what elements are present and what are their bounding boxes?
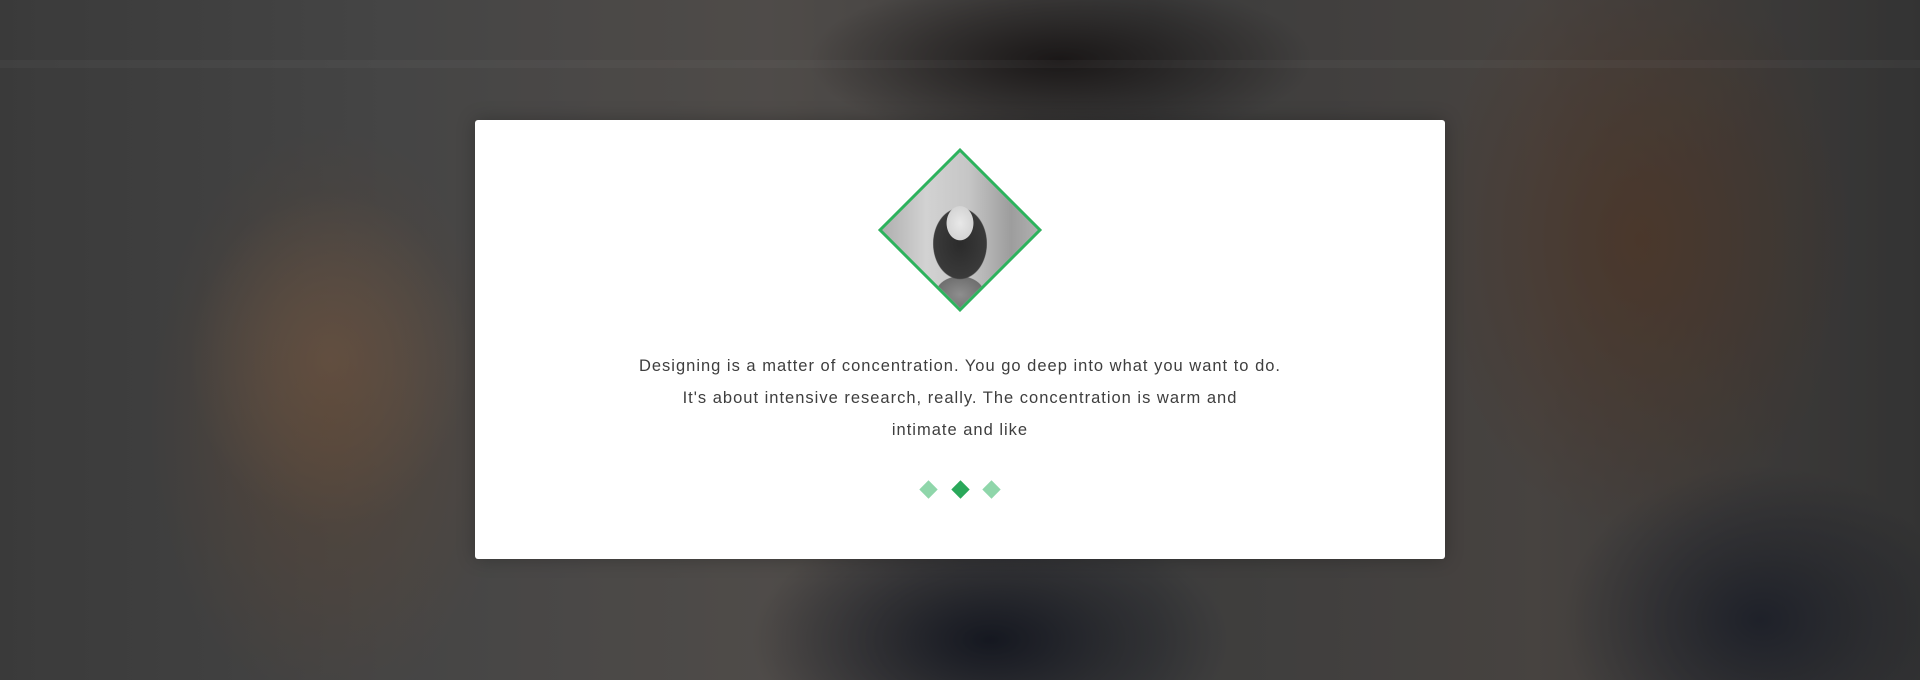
- quote-line: It's about intensive research, really. T…: [682, 389, 1238, 407]
- pagination-dot-2[interactable]: [950, 479, 970, 499]
- testimonial-avatar: [877, 147, 1043, 313]
- portrait-avatar-icon: [877, 147, 1043, 313]
- carousel-pagination: [918, 479, 1002, 499]
- quote-line: Designing is a matter of concentration. …: [638, 357, 1282, 375]
- testimonial-card: Designing is a matter of concentration. …: [475, 120, 1445, 559]
- testimonial-quote: Designing is a matter of concentration. …: [475, 350, 1445, 446]
- pagination-dot-3[interactable]: [982, 479, 1001, 499]
- background-shelf: [0, 60, 1920, 68]
- quote-line: intimate and like: [891, 421, 1029, 439]
- pagination-dot-1[interactable]: [919, 479, 938, 499]
- testimonial-section: Designing is a matter of concentration. …: [0, 0, 1920, 680]
